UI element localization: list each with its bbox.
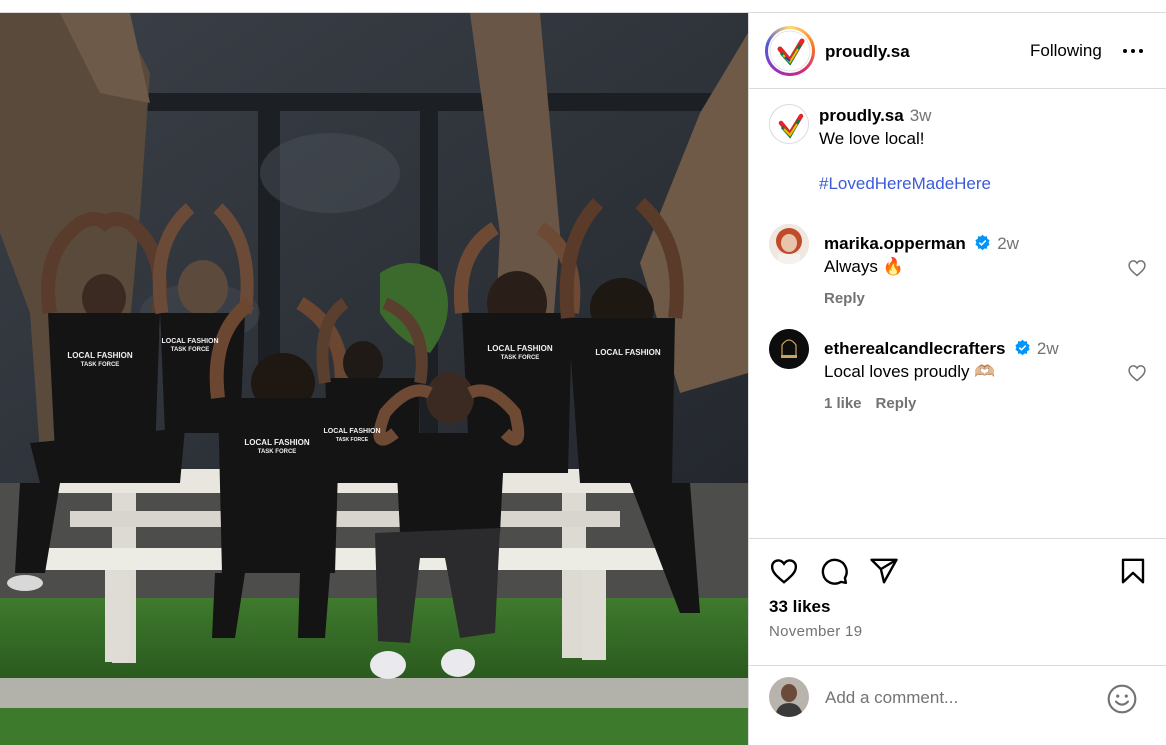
reply-button[interactable]: Reply [876,395,917,412]
post-side-panel: proudly.sa Following proudly.sa 3w We lov… [748,13,1166,745]
more-options-icon[interactable] [1123,49,1145,55]
post-date: November 19 [769,623,863,640]
caption: proudly.sa 3w We love local! #LovedHereMa… [749,90,1166,210]
following-button[interactable]: Following [1030,41,1102,61]
comment-username[interactable]: etherealcandlecrafters [824,339,1005,358]
shirt-text: TASK FORCE [501,355,540,361]
post-header: proudly.sa Following [749,13,1166,89]
heart-icon[interactable] [1127,258,1147,278]
caption-time: 3w [909,106,932,125]
author-username[interactable]: proudly.sa [825,42,910,62]
comment-meta: Reply [824,290,879,307]
avatar-photo [769,224,809,264]
hashtag-link[interactable]: #LovedHereMadeHere [819,174,991,194]
caption-text: We love local! [819,129,925,148]
heart-icon[interactable] [1127,363,1147,383]
post-photo-art: LOCAL FASHION TASK FORCE LOCAL FASHION T… [0,13,748,745]
shirt-text: LOCAL FASHION [595,348,660,357]
avatar-photo [769,677,809,717]
shirt-text: LOCAL FASHION [323,428,380,435]
add-comment-bar [749,665,1166,745]
comment-time: 2w [1036,339,1059,358]
post-actions: 33 likes November 19 [749,538,1166,665]
proudly-sa-logo-icon [769,30,811,72]
shirt-text: TASK FORCE [336,437,369,443]
top-border [0,0,1166,13]
bookmark-icon[interactable] [1118,556,1148,586]
shirt-text: TASK FORCE [81,362,120,368]
caption-username[interactable]: proudly.sa [819,106,904,125]
comment-item: marika.opperman 2w Always 🔥 Reply [749,220,1166,310]
shirt-text: TASK FORCE [258,449,297,455]
shirt-text: LOCAL FASHION [244,438,309,447]
author-avatar-small[interactable] [769,104,809,144]
shirt-text: LOCAL FASHION [487,344,552,353]
shirt-text: TASK FORCE [171,347,210,353]
verified-badge-icon [975,234,990,251]
add-comment-input[interactable] [825,685,1095,711]
commenter-avatar[interactable] [769,329,809,369]
comments-list[interactable]: proudly.sa 3w We love local! #LovedHereMa… [749,90,1166,538]
proudly-sa-logo-icon [771,106,808,143]
verified-badge-icon [1015,339,1030,356]
candle-logo-icon [769,329,809,369]
likes-count[interactable]: 33 likes [769,597,830,617]
comment-bubble-icon[interactable] [819,556,849,586]
heart-icon[interactable] [769,556,799,586]
comment-meta: 1 like Reply [824,395,930,412]
shirt-text: LOCAL FASHION [161,338,218,345]
comment-likes-count[interactable]: 1 like [824,395,862,412]
reply-button[interactable]: Reply [824,290,865,307]
current-user-avatar [769,677,809,717]
shirt-text: LOCAL FASHION [67,351,132,360]
smiley-icon[interactable] [1106,683,1138,715]
comment-text: Always 🔥 [824,257,904,276]
comment-username[interactable]: marika.opperman [824,234,966,253]
comment-item: etherealcandlecrafters 2w Local loves pr… [749,325,1166,415]
comment-text: Local loves proudly 🫶🏼 [824,362,996,381]
comment-time: 2w [997,234,1019,253]
author-avatar[interactable] [765,26,815,76]
post-photo[interactable]: LOCAL FASHION TASK FORCE LOCAL FASHION T… [0,13,748,745]
paper-plane-icon[interactable] [869,556,899,586]
commenter-avatar[interactable] [769,224,809,264]
